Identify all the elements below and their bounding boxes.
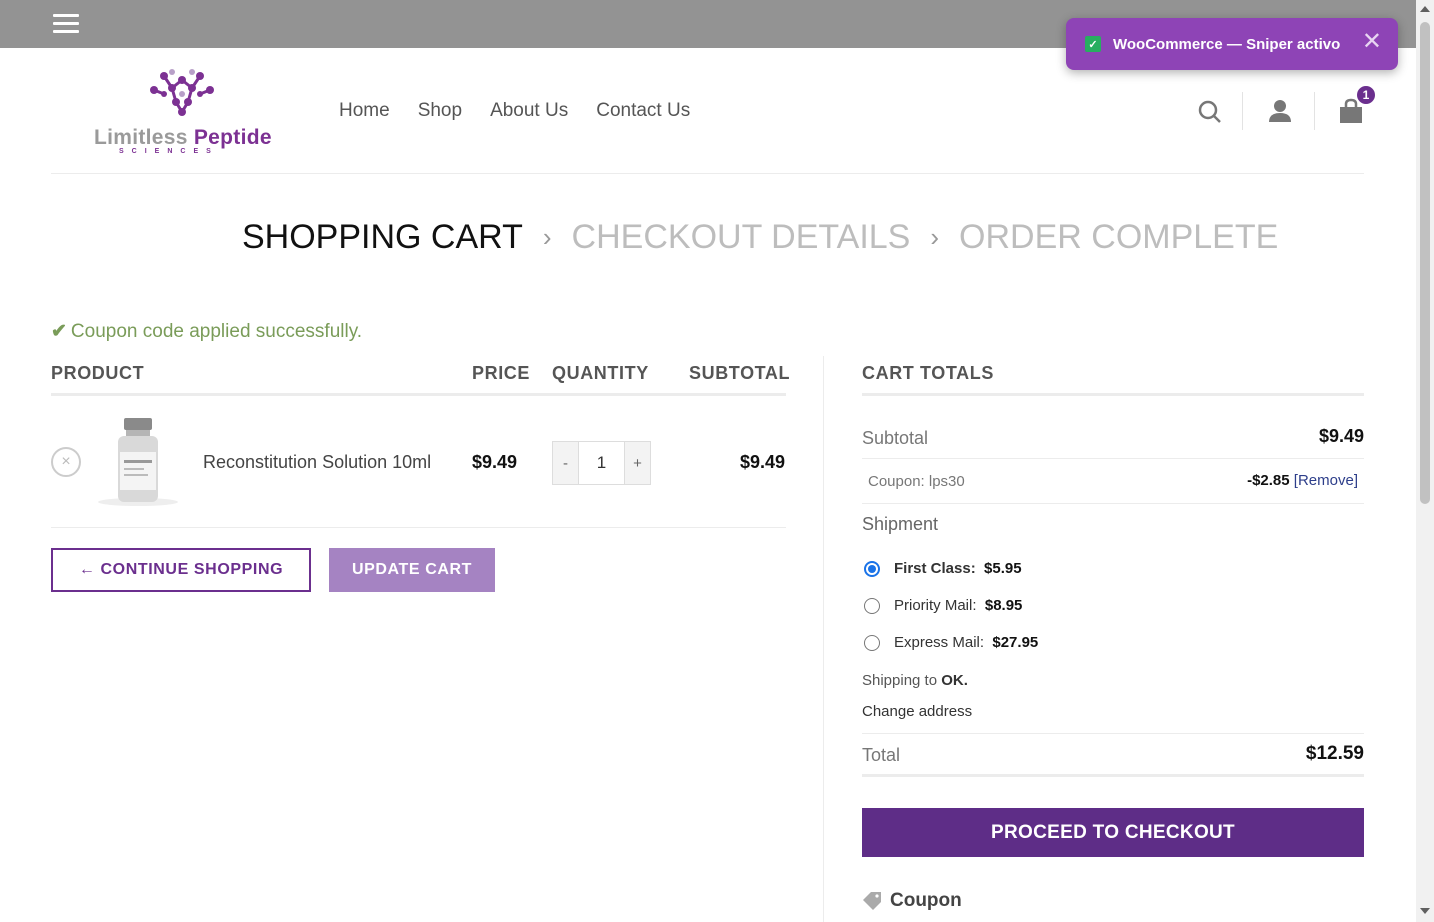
- shipping-option-express-mail[interactable]: Express Mail: $27.95: [864, 634, 1038, 651]
- product-subtotal: $9.49: [740, 452, 786, 472]
- nav-contact-us[interactable]: Contact Us: [596, 100, 690, 122]
- total-divider: [862, 774, 1364, 777]
- chevron-right-icon: ›: [542, 222, 552, 252]
- nav-home[interactable]: Home: [339, 100, 390, 122]
- header-subtotal: SUBTOTAL: [689, 363, 791, 383]
- radio-selected-icon[interactable]: [864, 560, 880, 577]
- notice-text: Coupon code applied successfully.: [70, 321, 363, 342]
- totals-divider: [862, 733, 1364, 734]
- product-thumbnail[interactable]: [90, 412, 186, 508]
- subtotal-label: Subtotal: [862, 428, 929, 448]
- change-address-link[interactable]: Change address: [862, 703, 972, 720]
- coupon-discount: -$2.85: [1247, 472, 1290, 489]
- logo-text: Limitless Peptide: [94, 126, 272, 149]
- shipment-label: Shipment: [862, 514, 939, 534]
- step-checkout-details[interactable]: CHECKOUT DETAILS: [572, 218, 911, 257]
- success-notice: ✔ Coupon code applied successfully.: [51, 320, 362, 343]
- logo-tagline: SCIENCES: [119, 148, 219, 155]
- coupon-label: Coupon: lps30: [868, 473, 965, 490]
- remove-item-icon[interactable]: ×: [51, 447, 81, 477]
- hamburger-menu-icon[interactable]: [53, 14, 79, 34]
- user-account-icon[interactable]: [1268, 99, 1292, 123]
- product-price: $9.49: [472, 452, 518, 472]
- site-logo[interactable]: Limitless Peptide SCIENCES: [94, 66, 272, 158]
- quantity-decrease-button[interactable]: -: [553, 442, 578, 484]
- checkmark-icon: ✔: [51, 321, 67, 342]
- quantity-stepper: - 1 +: [552, 441, 651, 485]
- quantity-input[interactable]: 1: [578, 442, 625, 484]
- close-icon[interactable]: ✕: [1362, 30, 1382, 54]
- column-divider: [823, 356, 824, 922]
- main-nav: Home Shop About Us Contact Us: [339, 100, 690, 122]
- nav-shop[interactable]: Shop: [418, 100, 462, 122]
- step-shopping-cart[interactable]: SHOPPING CART: [242, 218, 523, 257]
- header-divider: [51, 173, 1364, 174]
- continue-shopping-button[interactable]: ← CONTINUE SHOPPING: [51, 548, 311, 592]
- table-header-divider: [51, 393, 786, 396]
- header-product: PRODUCT: [51, 363, 145, 383]
- shipping-destination: Shipping to OK.: [862, 672, 968, 689]
- product-name-link[interactable]: Reconstitution Solution 10ml: [203, 452, 431, 473]
- radio-icon[interactable]: [864, 634, 880, 651]
- radio-icon[interactable]: [864, 597, 880, 614]
- coupon-row-value: -$2.85 [Remove]: [1247, 472, 1358, 489]
- notification-text: WooCommerce — Sniper activo: [1113, 35, 1341, 53]
- total-label: Total: [862, 745, 901, 765]
- molecule-logo-icon: [150, 69, 214, 116]
- row-divider: [51, 527, 786, 528]
- totals-header-divider: [862, 393, 1364, 396]
- checkbox-check-icon: ✓: [1085, 36, 1101, 52]
- cart-totals-title: CART TOTALS: [862, 363, 994, 383]
- notification-toast: ✓ WooCommerce — Sniper activo ✕: [1066, 18, 1398, 70]
- totals-divider: [862, 503, 1364, 504]
- header-quantity: QUANTITY: [552, 363, 649, 383]
- update-cart-button[interactable]: UPDATE CART: [329, 548, 495, 592]
- nav-about-us[interactable]: About Us: [490, 100, 568, 122]
- coupon-section-heading: Coupon: [862, 890, 962, 912]
- remove-coupon-link[interactable]: [Remove]: [1294, 472, 1358, 489]
- step-order-complete: ORDER COMPLETE: [959, 218, 1279, 256]
- cart-count-badge: 1: [1355, 84, 1377, 106]
- vertical-scrollbar[interactable]: [1416, 0, 1434, 922]
- search-icon[interactable]: [1198, 100, 1222, 124]
- proceed-to-checkout-button[interactable]: PROCEED TO CHECKOUT: [862, 808, 1364, 857]
- checkout-steps: SHOPPING CART › CHECKOUT DETAILS › ORDER…: [242, 218, 1278, 257]
- totals-divider: [862, 458, 1364, 459]
- shipping-option-priority-mail[interactable]: Priority Mail: $8.95: [864, 597, 1022, 614]
- quantity-increase-button[interactable]: +: [625, 442, 650, 484]
- header-price: PRICE: [472, 363, 531, 383]
- header-icons: [1196, 92, 1366, 130]
- chevron-right-icon: ›: [930, 222, 940, 252]
- shipping-option-first-class[interactable]: First Class: $5.95: [864, 560, 1022, 577]
- tag-icon: [863, 892, 881, 910]
- scrollbar-thumb[interactable]: [1420, 22, 1430, 504]
- subtotal-value: $9.49: [1318, 426, 1364, 446]
- total-value: $12.59: [1305, 743, 1364, 764]
- divider: [1314, 92, 1315, 130]
- scroll-up-arrow-icon[interactable]: [1420, 6, 1430, 12]
- scroll-down-arrow-icon[interactable]: [1420, 908, 1430, 914]
- divider: [1242, 92, 1243, 130]
